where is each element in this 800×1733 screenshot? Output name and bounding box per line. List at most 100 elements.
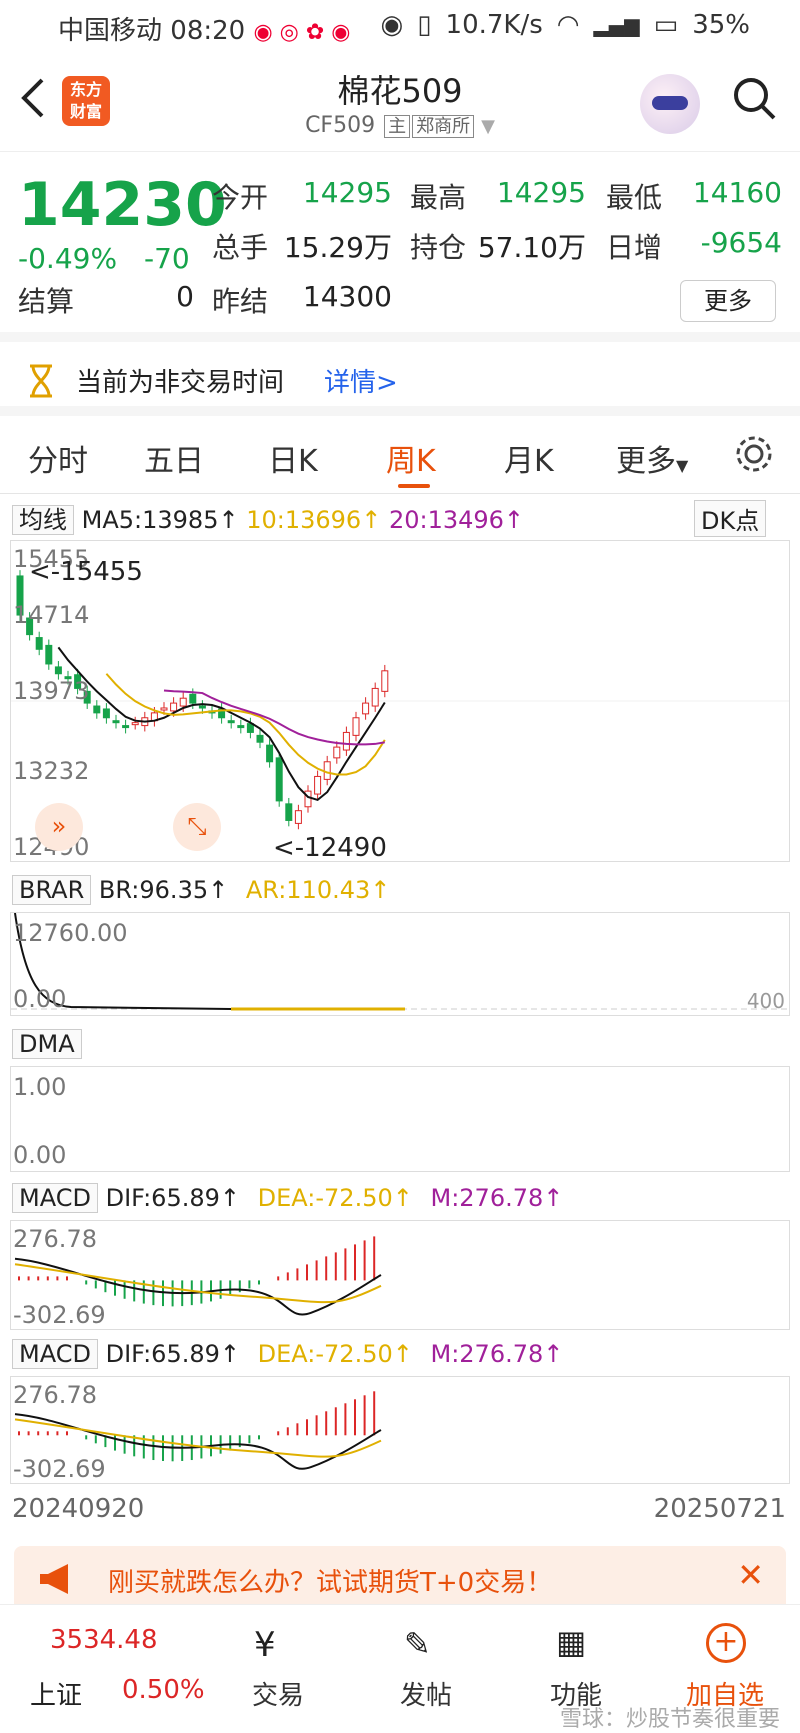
brar-selector[interactable]: BRAR: [12, 875, 92, 905]
brar-legend: BRAR BR:96.35↑ AR:110.43↑: [12, 875, 391, 905]
megaphone-icon: [40, 1564, 68, 1594]
candle-body: [371, 687, 379, 707]
y-tick-3: 13973: [13, 677, 90, 705]
period-tabs: 分时 五日 日K 周K 月K 更多▼: [0, 416, 800, 494]
y-tick-2: 14714: [13, 601, 90, 629]
caret-down-icon: ▼: [676, 456, 689, 475]
macd1-y-top: 276.78: [13, 1225, 97, 1253]
dma-chart[interactable]: 1.00 0.00: [10, 1066, 790, 1172]
macd1-y-bottom: -302.69: [13, 1301, 106, 1329]
grid-function-icon: ▦: [556, 1623, 587, 1661]
change-pct: -0.49%: [18, 242, 118, 275]
brar-y-top: 12760.00: [13, 919, 128, 947]
candle-body: [266, 744, 274, 763]
candle-body: [237, 725, 245, 729]
ma20-line: [163, 689, 385, 746]
ma-selector[interactable]: 均线: [12, 505, 74, 535]
tab-intraday[interactable]: 分时: [28, 436, 88, 480]
candle-body: [333, 746, 341, 759]
macd1-dea: DEA:-72.50↑: [257, 1184, 413, 1212]
candle-body: [54, 666, 62, 675]
search-icon: [734, 78, 776, 120]
tab-more[interactable]: 更多▼: [616, 436, 688, 480]
notification-icons: ◉ ◎ ✿ ◉: [253, 20, 351, 45]
last-price: 14230: [18, 170, 227, 240]
vibrate-icon: ▯: [417, 10, 432, 40]
macd1-chart[interactable]: 276.78 -302.69: [10, 1220, 790, 1330]
candle-body: [198, 705, 206, 709]
ar-value: AR:110.43↑: [245, 876, 391, 904]
kline-svg: [11, 570, 789, 830]
low-marker: <-12490: [273, 833, 387, 863]
caret-down-icon: ▼: [481, 116, 495, 137]
time-label: 08:20: [170, 16, 246, 46]
tab-daily-k[interactable]: 日K: [268, 436, 318, 480]
br-value: BR:96.35↑: [98, 876, 229, 904]
search-button[interactable]: [732, 76, 776, 120]
brar-right-label: 400: [746, 989, 785, 1013]
hourglass-icon: [30, 364, 52, 398]
macd1-m: M:276.78↑: [430, 1184, 564, 1212]
nav-post[interactable]: 发帖: [400, 1675, 452, 1712]
more-button[interactable]: 更多: [680, 280, 776, 322]
trading-notice: 当前为非交易时间 详情>: [0, 332, 800, 416]
candle-body: [179, 697, 187, 707]
ma20-value: 20:13496↑: [388, 506, 525, 534]
candle-body: [285, 803, 293, 821]
watermark-text: 雪球：炒股节奏很重要: [559, 1707, 780, 1732]
low-value: 14160: [692, 176, 782, 209]
notice-detail-link[interactable]: 详情>: [324, 362, 398, 399]
brar-chart[interactable]: 12760.00 0.00 400: [10, 912, 790, 1016]
tab-five-day[interactable]: 五日: [144, 436, 204, 480]
notice-text: 当前为非交易时间: [76, 368, 285, 398]
dma-selector[interactable]: DMA: [12, 1029, 82, 1059]
candle-body: [122, 725, 130, 729]
candle-body: [45, 644, 53, 665]
macd2-y-bottom: -302.69: [13, 1455, 106, 1483]
index-name[interactable]: 上证: [30, 1675, 82, 1712]
tab-monthly-k[interactable]: 月K: [504, 436, 554, 480]
high-label: 最高: [410, 181, 467, 214]
x-axis-start: 20240920: [12, 1494, 145, 1524]
candle-body: [362, 702, 370, 715]
yen-exchange-icon: ¥: [254, 1625, 276, 1665]
candle-body: [323, 761, 331, 780]
dma-y-top: 1.00: [13, 1073, 67, 1101]
nav-trade[interactable]: 交易: [252, 1675, 304, 1712]
settle-value: 0: [176, 280, 194, 313]
contract-code: CF509: [305, 113, 376, 138]
gear-icon[interactable]: [734, 434, 774, 474]
macd1-legend: MACD DIF:65.89↑ DEA:-72.50↑ M:276.78↑: [12, 1183, 564, 1213]
index-change: 0.50%: [122, 1675, 205, 1705]
candle-body: [381, 670, 389, 692]
daily-inc-value: -9654: [700, 226, 782, 259]
macd2-chart[interactable]: 276.78 -302.69: [10, 1376, 790, 1484]
dk-button[interactable]: DK点: [694, 500, 767, 537]
kline-chart[interactable]: 15455 14714 13973 13232 12490 <-15455 <-…: [10, 540, 790, 863]
assistant-avatar[interactable]: [640, 74, 700, 134]
main-tag: 主: [384, 115, 411, 138]
prev-settle-label: 昨结: [212, 285, 269, 318]
daily-inc-label: 日增: [606, 231, 663, 264]
high-marker: <-15455: [29, 557, 143, 587]
macd2-selector[interactable]: MACD: [12, 1339, 98, 1369]
add-watchlist-icon: +: [706, 1623, 746, 1663]
promo-banner[interactable]: 刚买就跌怎么办？试试期货T+0交易！ ✕: [14, 1546, 786, 1612]
brar-y-bottom: 0.00: [13, 985, 67, 1013]
dma-legend: DMA: [12, 1029, 82, 1059]
fullscreen-icon[interactable]: ⤡: [173, 803, 221, 851]
candle-body: [102, 708, 110, 719]
expand-left-icon[interactable]: »: [35, 803, 83, 851]
close-icon[interactable]: ✕: [737, 1556, 764, 1594]
macd1-selector[interactable]: MACD: [12, 1183, 98, 1213]
macd2-y-top: 276.78: [13, 1381, 97, 1409]
index-value[interactable]: 3534.48: [50, 1625, 158, 1655]
candle-body: [170, 702, 178, 712]
settle-label: 结算: [18, 285, 75, 318]
macd2-m: M:276.78↑: [430, 1340, 564, 1368]
high-value: 14295: [496, 176, 586, 209]
tab-weekly-k[interactable]: 周K: [386, 436, 436, 480]
edit-post-icon: ✎: [404, 1625, 431, 1663]
open-label: 今开: [212, 181, 269, 214]
ma5-line: [57, 646, 386, 802]
